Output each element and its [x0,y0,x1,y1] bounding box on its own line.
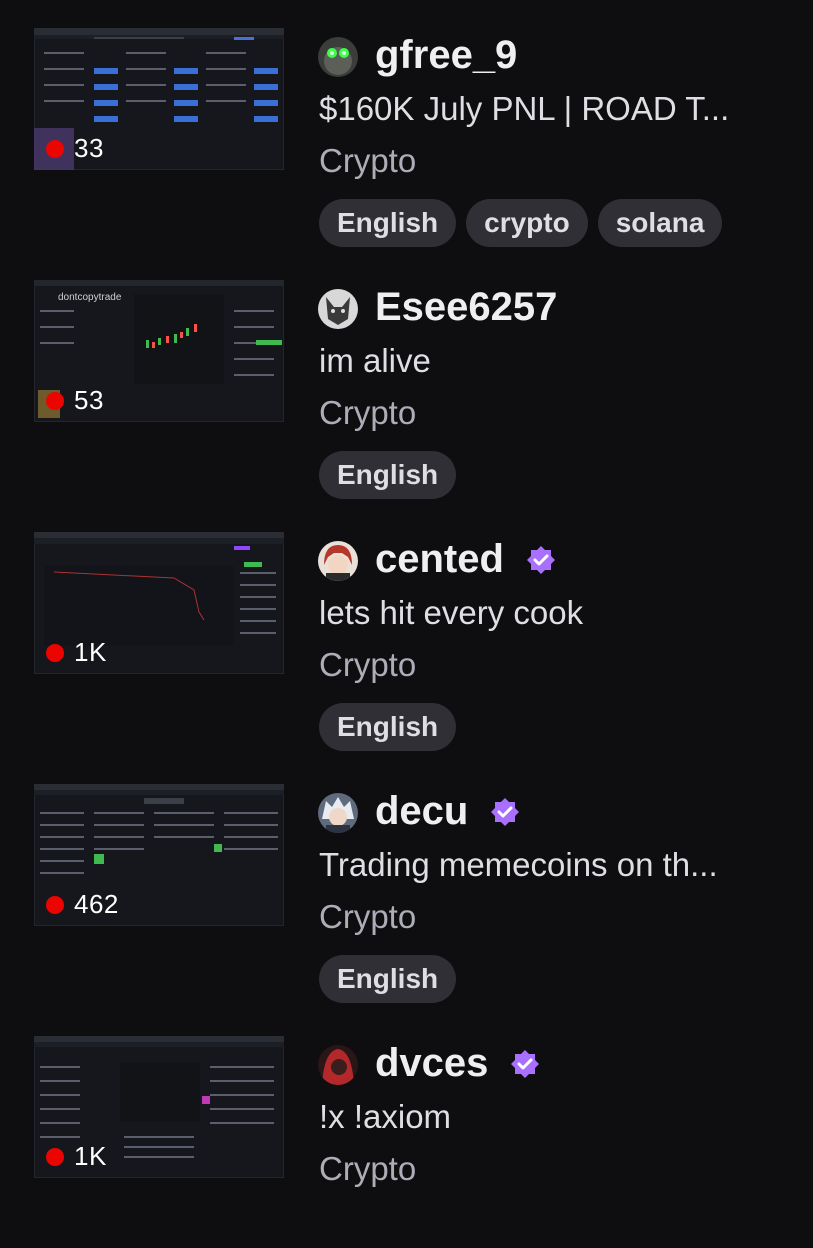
stream-card[interactable]: 1K dvces !x !axiom Crypto [0,1008,813,1248]
stream-list: 33 gfree_9 $160K July PNL | ROAD T... Cr… [0,0,813,1200]
wolf-avatar-icon [318,289,358,329]
stream-category[interactable]: Crypto [319,898,416,936]
channel-name-label: cented [375,537,504,581]
channel-name-label: decu [375,789,469,833]
stream-title[interactable]: $160K July PNL | ROAD T... [319,90,799,128]
stream-card[interactable]: dontcopytrade 53 Esee6257 im alive Crypt… [0,252,813,499]
tag-list: English [319,451,466,499]
stream-title[interactable]: lets hit every cook [319,594,799,632]
stream-card[interactable]: 462 decu Trading memecoins on th... Cryp… [0,756,813,1003]
channel-avatar[interactable] [318,37,358,77]
viewer-count: 53 [74,385,104,415]
stream-category[interactable]: Crypto [319,646,416,684]
stream-thumbnail[interactable]: dontcopytrade 53 [34,280,284,422]
stream-card[interactable]: 33 gfree_9 $160K July PNL | ROAD T... Cr… [0,0,813,247]
stream-thumbnail[interactable]: 1K [34,1036,284,1178]
tag-english[interactable]: English [319,199,457,247]
channel-avatar[interactable] [318,793,358,833]
tag-list: English [319,703,466,751]
live-dot-icon [46,391,64,410]
viewer-count: 1K [74,1141,107,1171]
tag-english[interactable]: English [319,703,457,751]
channel-avatar[interactable] [318,541,358,581]
live-dot-icon [46,895,64,914]
thumbnail-overlay-text: dontcopytrade [58,292,122,303]
verified-badge-icon [526,545,555,574]
stream-category[interactable]: Crypto [319,1150,416,1188]
stream-thumbnail[interactable]: 462 [34,784,284,926]
live-indicator: 1K [46,637,107,668]
channel-name-label: gfree_9 [375,33,518,77]
live-indicator: 33 [46,133,104,164]
stream-title[interactable]: !x !axiom [319,1098,799,1136]
channel-name-label: Esee6257 [375,285,558,329]
live-indicator: 1K [46,1141,107,1172]
tag-crypto[interactable]: crypto [466,199,588,247]
viewer-count: 33 [74,133,104,163]
tag-english[interactable]: English [319,451,457,499]
channel-name[interactable]: dvces [375,1041,540,1086]
anime-whitehair-avatar-icon [318,793,358,833]
channel-avatar[interactable] [318,1045,358,1085]
stream-category[interactable]: Crypto [319,394,416,432]
viewer-count: 462 [74,889,119,919]
tag-english[interactable]: English [319,955,457,1003]
anime-redhair-avatar-icon [318,541,358,581]
live-indicator: 53 [46,385,104,416]
live-dot-icon [46,1147,64,1166]
live-dot-icon [46,643,64,662]
verified-badge-icon [511,1049,540,1078]
verified-badge-icon [491,797,520,826]
live-dot-icon [46,139,64,158]
stream-thumbnail[interactable]: 1K [34,532,284,674]
tag-solana[interactable]: solana [597,199,723,247]
goggles-avatar-icon [318,37,358,77]
channel-name[interactable]: gfree_9 [375,33,517,78]
stream-thumbnail[interactable]: 33 [34,28,284,170]
stream-category[interactable]: Crypto [319,142,416,180]
viewer-count: 1K [74,637,107,667]
channel-name[interactable]: Esee6257 [375,285,557,330]
channel-name-label: dvces [375,1041,489,1085]
live-indicator: 462 [46,889,119,920]
stream-title[interactable]: im alive [319,342,799,380]
red-hooded-avatar-icon [318,1045,358,1085]
tag-list: English crypto solana [319,199,732,247]
stream-title[interactable]: Trading memecoins on th... [319,846,799,884]
channel-name[interactable]: decu [375,789,520,834]
stream-card[interactable]: 1K cented lets hit every cook Crypto Eng… [0,504,813,751]
channel-avatar[interactable] [318,289,358,329]
channel-name[interactable]: cented [375,537,556,582]
tag-list: English [319,955,466,1003]
